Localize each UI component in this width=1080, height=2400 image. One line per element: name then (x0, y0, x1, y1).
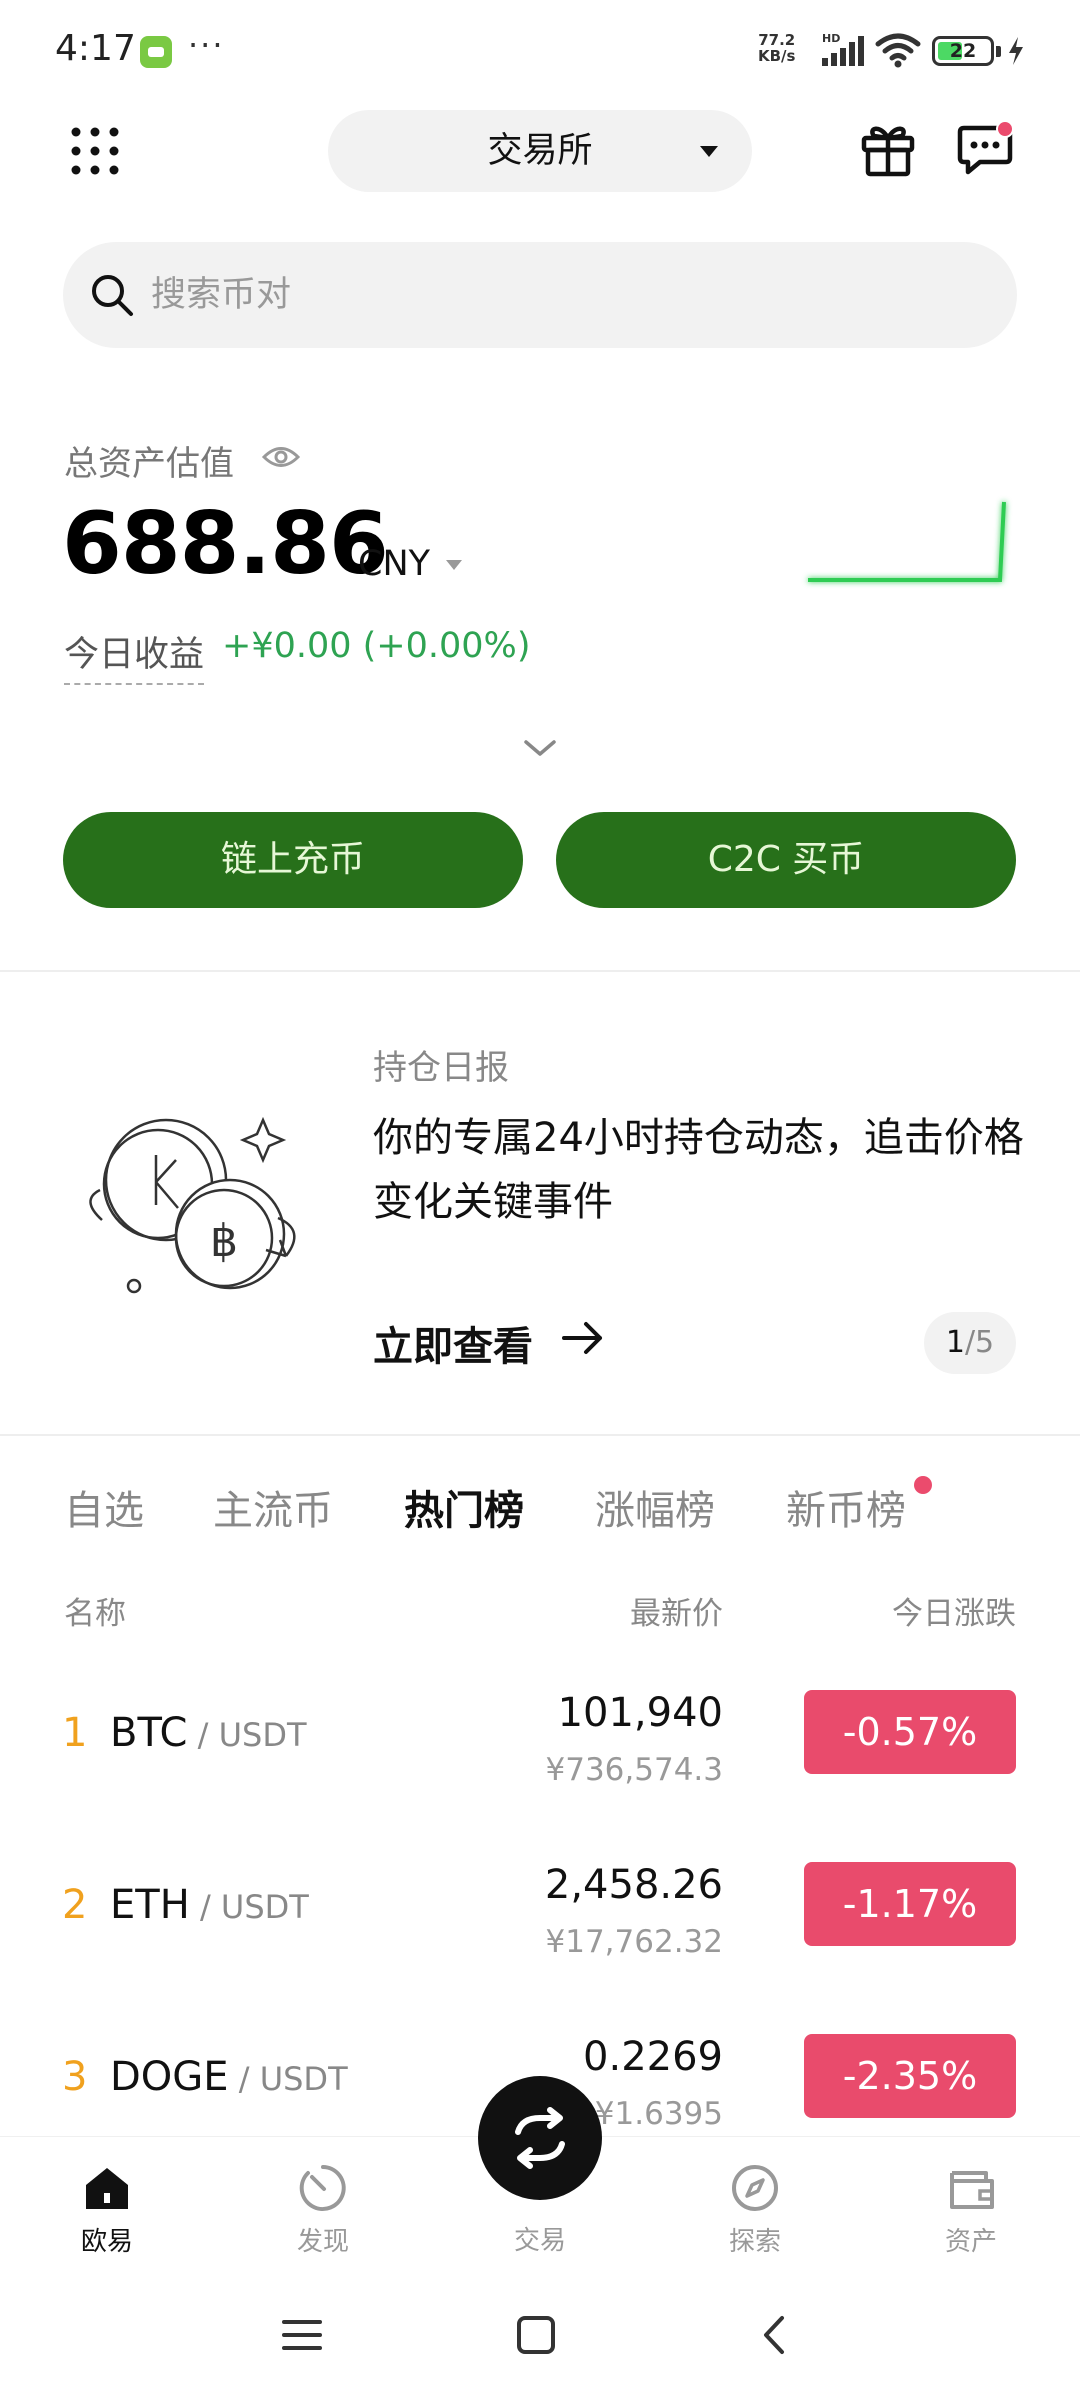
row-price-cny: ¥736,574.3 (545, 1752, 724, 1788)
assets-sparkline (808, 501, 1006, 582)
new-coins-badge (914, 1476, 932, 1494)
banner-page-total: /5 (964, 1325, 995, 1360)
column-last-price[interactable]: 最新价 (630, 1588, 723, 1633)
section-divider (0, 1434, 1080, 1436)
compass-icon (732, 2165, 778, 2211)
svg-text:฿: ฿ (210, 1216, 238, 1267)
currency-selector[interactable]: CNY (358, 544, 430, 584)
row-rank: 2 (62, 1882, 88, 1928)
total-assets-label: 总资产估值 (64, 444, 234, 484)
row-symbol: ETH / USDT (110, 1882, 309, 1928)
nav-home-label: 欧易 (80, 2227, 133, 2257)
home-icon (86, 2168, 128, 2209)
network-speed-value: 77.2 (758, 31, 796, 49)
chevron-down-icon[interactable] (522, 736, 558, 760)
nav-trade-label[interactable]: 交易 (465, 2220, 615, 2257)
onchain-deposit-button[interactable]: 链上充币 (63, 812, 523, 908)
network-type: HD (822, 32, 840, 45)
today-pnl-label[interactable]: 今日收益 (64, 626, 205, 685)
section-divider (0, 970, 1080, 972)
row-price: 0.2269 (583, 2034, 723, 2080)
row-quote: / USDT (187, 1716, 307, 1754)
tab-hot[interactable]: 热门榜 (404, 1478, 524, 1536)
row-change-badge[interactable]: -1.17% (804, 1862, 1016, 1946)
coins-illustration: ฿ (89, 1116, 296, 1294)
banner-text: 你的专属24小时持仓动态，追击价格变化关键事件 (373, 1115, 1024, 1225)
search-input[interactable] (151, 242, 991, 348)
nav-discover[interactable]: 发现 (248, 2137, 398, 2271)
battery-icon: 22 (932, 36, 994, 66)
row-price: 2,458.26 (544, 1862, 723, 1908)
caret-down-icon (700, 146, 718, 157)
total-assets-value: 688.86 (62, 494, 389, 594)
nav-explore-label: 探索 (728, 2227, 781, 2257)
wifi-icon (875, 33, 921, 68)
banner-tag: 持仓日报 (373, 1048, 509, 1088)
tab-mainstream[interactable]: 主流币 (213, 1478, 333, 1536)
nav-discover-label: 发现 (296, 2227, 349, 2257)
row-rank: 1 (62, 1710, 88, 1756)
app-notification-icon (140, 36, 172, 68)
market-row[interactable]: 1 BTC / USDT 101,940 ¥736,574.3 -0.57% (0, 1686, 1080, 1836)
column-name[interactable]: 名称 (64, 1588, 126, 1633)
today-pnl-value: +¥0.00 (+0.00%) (222, 626, 531, 666)
signal-icon: HD (822, 32, 864, 66)
banner-page-current: 1 (945, 1325, 965, 1360)
battery-level: 22 (949, 40, 977, 62)
banner-view-now-link[interactable]: 立即查看 (373, 1314, 533, 1372)
row-price-cny: ¥1.6395 (594, 2096, 723, 2132)
swap-icon (515, 2107, 565, 2169)
message-badge (996, 120, 1014, 138)
row-price: 101,940 (557, 1690, 723, 1736)
row-rank: 3 (62, 2054, 88, 2100)
menu-icon[interactable] (272, 2310, 332, 2360)
nav-home[interactable]: 欧易 (32, 2137, 182, 2271)
tab-favorites[interactable]: 自选 (64, 1478, 144, 1536)
back-icon[interactable] (744, 2310, 804, 2360)
nav-assets-label: 资产 (944, 2227, 997, 2257)
exchange-mode-selector[interactable]: 交易所 (328, 110, 752, 192)
trade-button[interactable] (478, 2076, 602, 2200)
banner-pagination: 1/5 (924, 1312, 1016, 1374)
search-icon (92, 275, 133, 316)
row-quote: / USDT (189, 1888, 309, 1926)
tab-gainers[interactable]: 涨幅榜 (595, 1478, 715, 1536)
network-speed-unit: KB/s (758, 47, 796, 65)
status-time: 4:17 (55, 28, 136, 69)
apps-grid-icon[interactable] (70, 126, 120, 176)
row-change-badge[interactable]: -0.57% (804, 1690, 1016, 1774)
system-navigation-bar (0, 2270, 1080, 2400)
arrow-right-icon[interactable] (560, 1318, 606, 1358)
home-square-icon[interactable] (506, 2310, 566, 2360)
wallet-icon (950, 2171, 994, 2209)
exchange-mode-label: 交易所 (487, 131, 593, 171)
row-symbol: DOGE / USDT (110, 2054, 348, 2100)
more-notifications-icon: ··· (188, 26, 225, 64)
battery-tip (996, 46, 1001, 57)
row-base: ETH (110, 1882, 190, 1928)
row-price-cny: ¥17,762.32 (545, 1924, 724, 1960)
row-base: BTC (110, 1710, 188, 1756)
column-daily-change[interactable]: 今日涨跌 (892, 1588, 1016, 1633)
gift-icon[interactable] (860, 120, 916, 178)
charging-icon (1009, 37, 1023, 65)
currency-caret-icon[interactable] (446, 560, 462, 570)
search-bar[interactable] (63, 242, 1017, 348)
row-change-badge[interactable]: -2.35% (804, 2034, 1016, 2118)
row-symbol: BTC / USDT (110, 1710, 307, 1756)
market-row[interactable]: 2 ETH / USDT 2,458.26 ¥17,762.32 -1.17% (0, 1858, 1080, 2008)
row-quote: / USDT (228, 2060, 348, 2098)
tab-new-coins[interactable]: 新币榜 (786, 1478, 906, 1536)
row-base: DOGE (110, 2054, 229, 2100)
status-bar: 4:17 ··· 77.2 KB/s HD 22 (0, 0, 1080, 100)
discover-icon (299, 2165, 346, 2211)
network-speed: 77.2 KB/s (758, 32, 795, 64)
nav-explore[interactable]: 探索 (680, 2137, 830, 2271)
eye-icon[interactable] (262, 444, 300, 470)
c2c-buy-button[interactable]: C2C 买币 (556, 812, 1016, 908)
nav-assets[interactable]: 资产 (896, 2137, 1046, 2271)
